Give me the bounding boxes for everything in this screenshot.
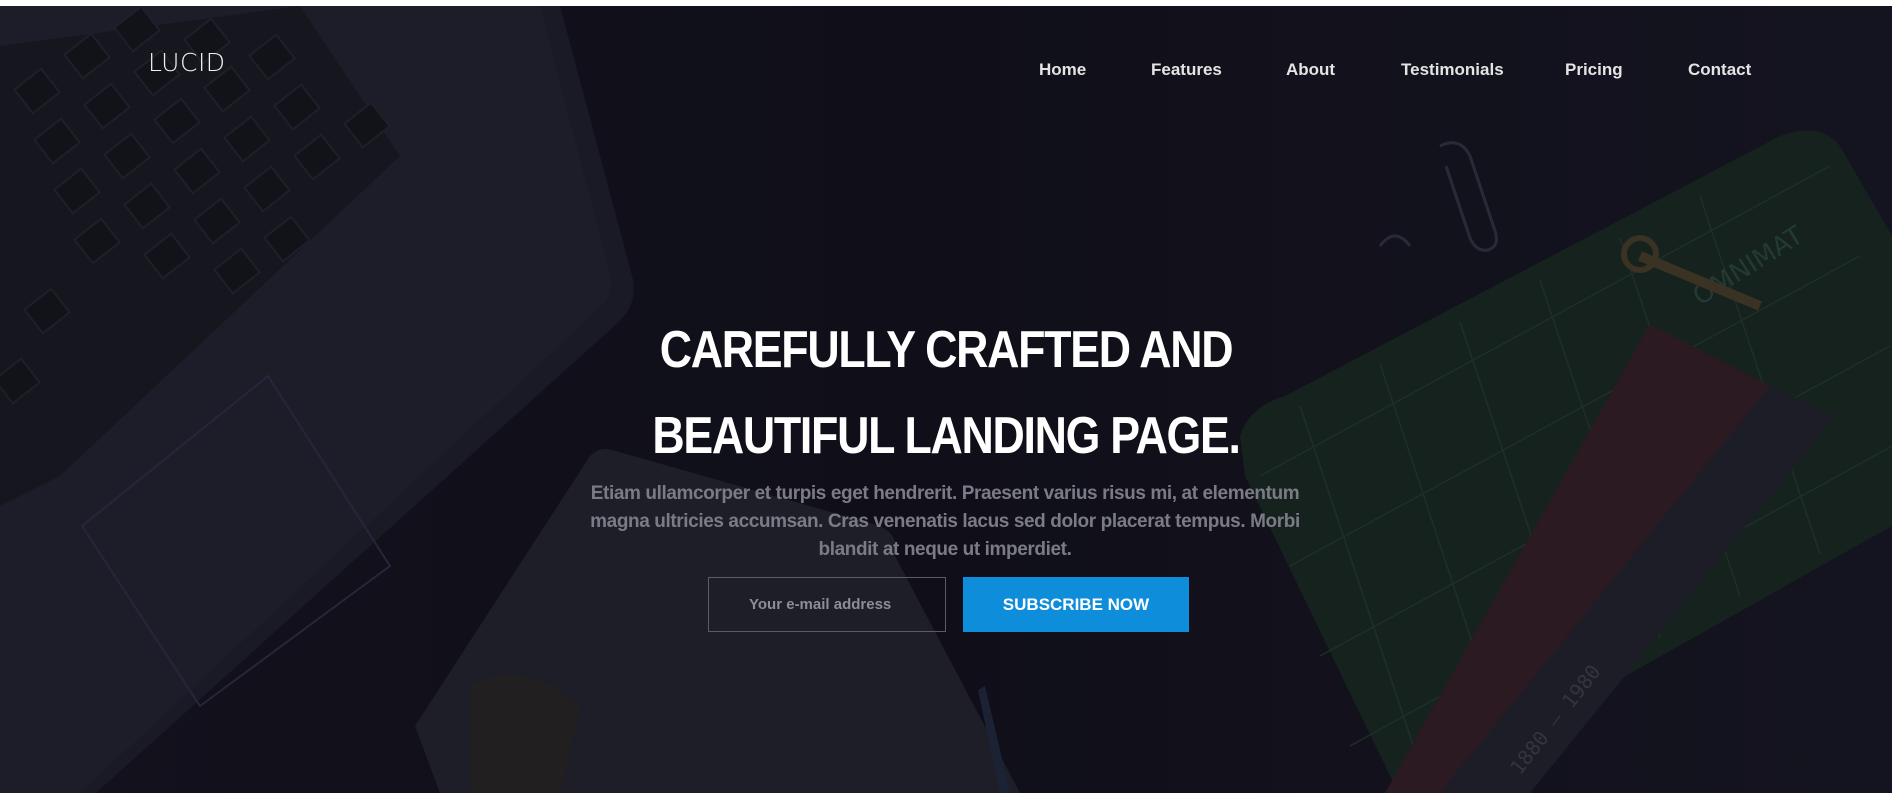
nav-item-testimonials[interactable]: Testimonials	[1401, 60, 1504, 80]
nav-item-contact[interactable]: Contact	[1688, 60, 1751, 80]
subscribe-button[interactable]: SUBSCRIBE NOW	[963, 577, 1189, 632]
nav-item-features[interactable]: Features	[1151, 60, 1222, 80]
hero-subtext: Etiam ullamcorper et turpis eget hendrer…	[590, 483, 1300, 560]
hero-section: OMNIMAT 1880 — 1980 LUCID Home Features …	[0, 6, 1892, 793]
nav-item-pricing[interactable]: Pricing	[1565, 60, 1623, 80]
email-input[interactable]	[708, 577, 946, 632]
hero-headline-line1: CAREFULLY CRAFTED AND	[659, 321, 1234, 379]
landing-page: OMNIMAT 1880 — 1980 LUCID Home Features …	[0, 0, 1892, 793]
main-nav: Home Features About Testimonials Pricing…	[0, 60, 1892, 84]
hero-background-image: OMNIMAT 1880 — 1980	[0, 6, 1892, 793]
hero-headline-line2: BEAUTIFUL LANDING PAGE.	[652, 407, 1241, 465]
nav-item-about[interactable]: About	[1286, 60, 1335, 80]
nav-item-home[interactable]: Home	[1039, 60, 1086, 80]
